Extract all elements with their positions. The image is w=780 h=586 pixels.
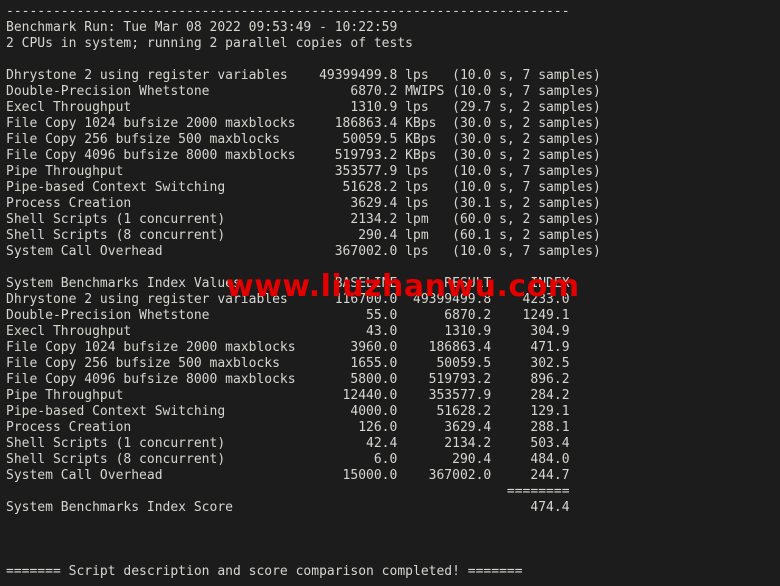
- index-table-row: File Copy 1024 bufsize 2000 maxblocks 39…: [6, 340, 570, 355]
- spacer-line: [6, 516, 780, 532]
- raw-result-row: Shell Scripts (1 concurrent) 2134.2 lpm …: [6, 212, 601, 227]
- index-table-row: Shell Scripts (1 concurrent) 42.4 2134.2…: [6, 436, 570, 451]
- index-table-row: Execl Throughput 43.0 1310.9 304.9: [6, 324, 570, 339]
- raw-result-row: Dhrystone 2 using register variables 493…: [6, 68, 601, 83]
- raw-result-row: System Call Overhead 367002.0 lps (10.0 …: [6, 244, 601, 259]
- raw-result-row: Double-Precision Whetstone 6870.2 MWIPS …: [6, 84, 601, 99]
- raw-result-row: Shell Scripts (8 concurrent) 290.4 lpm (…: [6, 228, 601, 243]
- raw-result-row: Pipe-based Context Switching 51628.2 lps…: [6, 180, 601, 195]
- raw-result-row: Process Creation 3629.4 lps (30.1 s, 2 s…: [6, 196, 601, 211]
- index-table-row: File Copy 256 bufsize 500 maxblocks 1655…: [6, 356, 570, 371]
- index-table-row: Process Creation 126.0 3629.4 288.1: [6, 420, 570, 435]
- index-values-block: System Benchmarks Index Values BASELINE …: [6, 276, 780, 516]
- cpu-info-line: 2 CPUs in system; running 2 parallel cop…: [6, 36, 413, 51]
- spacer-line: [6, 532, 780, 548]
- index-table-row: Double-Precision Whetstone 55.0 6870.2 1…: [6, 308, 570, 323]
- index-table-row: Pipe-based Context Switching 4000.0 5162…: [6, 404, 570, 419]
- index-table-row: Dhrystone 2 using register variables 116…: [6, 292, 570, 307]
- index-score-rule: ========: [6, 484, 570, 499]
- index-table-row: System Call Overhead 15000.0 367002.0 24…: [6, 468, 570, 483]
- index-table-row: Shell Scripts (8 concurrent) 6.0 290.4 4…: [6, 452, 570, 467]
- spacer-line: [6, 548, 780, 564]
- index-table-row: File Copy 4096 bufsize 8000 maxblocks 58…: [6, 372, 570, 387]
- spacer-line: [6, 260, 780, 276]
- terminal-window: ----------------------------------------…: [0, 0, 780, 586]
- index-table-row: Pipe Throughput 12440.0 353577.9 284.2: [6, 388, 570, 403]
- raw-results-block: Dhrystone 2 using register variables 493…: [6, 68, 780, 260]
- raw-result-row: File Copy 4096 bufsize 8000 maxblocks 51…: [6, 148, 601, 163]
- top-rule: ----------------------------------------…: [6, 4, 570, 19]
- raw-result-row: Execl Throughput 1310.9 lps (29.7 s, 2 s…: [6, 100, 601, 115]
- raw-result-row: Pipe Throughput 353577.9 lps (10.0 s, 7 …: [6, 164, 601, 179]
- benchmark-run-line: Benchmark Run: Tue Mar 08 2022 09:53:49 …: [6, 20, 398, 35]
- index-table-header: System Benchmarks Index Values BASELINE …: [6, 276, 570, 291]
- spacer-line: [6, 52, 780, 68]
- completion-line: ======= Script description and score com…: [6, 564, 523, 579]
- raw-result-row: File Copy 256 bufsize 500 maxblocks 5005…: [6, 132, 601, 147]
- index-score-line: System Benchmarks Index Score 474.4: [6, 500, 570, 515]
- raw-result-row: File Copy 1024 bufsize 2000 maxblocks 18…: [6, 116, 601, 131]
